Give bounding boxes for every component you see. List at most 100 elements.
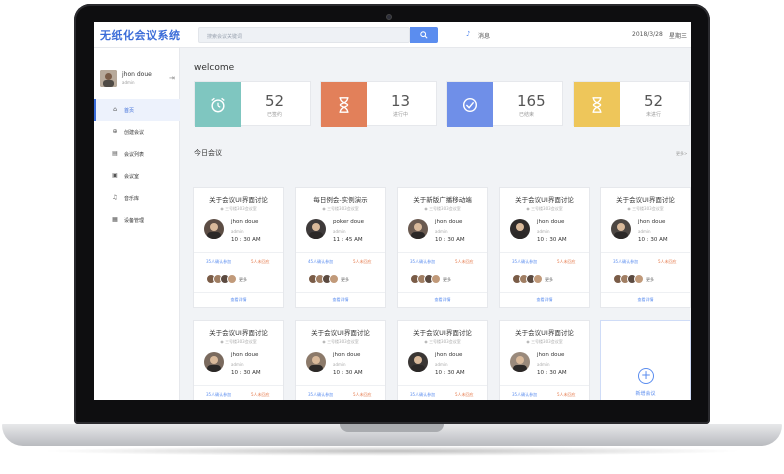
view-detail-link[interactable]: 查看详情: [398, 297, 487, 303]
meeting-location: ◉ 三号楼303会议室: [398, 206, 487, 212]
more-link[interactable]: 更多>: [676, 151, 687, 157]
meeting-title: 关于会议UI界面讨论: [515, 329, 574, 337]
user-panel: jhon doue admin ⇥: [100, 70, 176, 90]
logout-icon[interactable]: ⇥: [169, 74, 175, 82]
top-bar: 无纸化会议系统 搜索会议关键词 ♪ 消息 2018/3/28 星期三: [94, 22, 691, 48]
more-participants-link[interactable]: 更多: [646, 277, 654, 283]
host-role: admin: [537, 229, 550, 234]
host-name: jhon doue: [435, 219, 463, 225]
search-input[interactable]: 搜索会议关键词: [198, 27, 410, 43]
date-text: 2018/3/28: [632, 31, 663, 38]
confirmed-count: 35人确认参加: [512, 392, 538, 397]
meeting-time: 10 : 30 AM: [537, 237, 567, 243]
more-participants-link[interactable]: 更多: [545, 277, 553, 283]
host-avatar: [204, 219, 224, 239]
host-role: admin: [333, 229, 346, 234]
confirmed-count: 35人确认参加: [613, 259, 639, 264]
participant-avatar: [533, 274, 543, 284]
meeting-card[interactable]: 关于会议UI界面讨论 ◉ 三号楼303会议室 jhon doue admin 1…: [193, 187, 284, 308]
meeting-title: 关于会议UI界面讨论: [209, 196, 268, 204]
stat-card-finished[interactable]: 165 已结束: [446, 81, 563, 127]
view-detail-link[interactable]: 查看详情: [601, 297, 690, 303]
unconfirmed-count: 5人未回应: [353, 259, 372, 264]
more-participants-link[interactable]: 更多: [341, 277, 349, 283]
home-icon: ⌂: [113, 106, 117, 113]
meeting-card[interactable]: 每日例会-实例演示 ◉ 三号楼303会议室 poker doue admin 1…: [295, 187, 386, 308]
meeting-card[interactable]: 关于会议UI界面讨论 ◉ 三号楼303会议室 jhon doue admin 1…: [499, 187, 590, 308]
meeting-location-text: 三号楼303会议室: [531, 339, 563, 344]
meeting-card[interactable]: 关于会议UI界面讨论 ◉ 三号楼303会议室 jhon doue admin 1…: [600, 187, 691, 308]
host-avatar: [408, 219, 428, 239]
meeting-location-text: 三号楼303会议室: [225, 206, 257, 211]
view-detail-link[interactable]: 查看详情: [500, 297, 589, 303]
confirmed-count: 35人确认参加: [512, 259, 538, 264]
view-detail-link[interactable]: 查看详情: [194, 297, 283, 303]
meeting-card[interactable]: 关于会议UI界面讨论 ◉ 三号楼303会议室 jhon doue admin 1…: [295, 320, 386, 400]
host-name: poker doue: [333, 219, 364, 225]
notice-link[interactable]: 消息: [478, 31, 490, 40]
meeting-card[interactable]: 关于会议UI界面讨论 ◉ 三号楼303会议室 jhon doue admin 1…: [499, 320, 590, 400]
host-avatar: [510, 219, 530, 239]
meeting-card[interactable]: 关于会议UI界面讨论 ◉ 三号楼303会议室 jhon doue admin 1…: [193, 320, 284, 400]
host-avatar: [306, 219, 326, 239]
divider: [398, 252, 487, 253]
host-role: admin: [231, 362, 244, 367]
meeting-location-text: 三号楼303会议室: [429, 339, 461, 344]
more-participants-link[interactable]: 更多: [443, 277, 451, 283]
device-icon: ▦: [112, 216, 118, 223]
done-icon: [447, 82, 493, 127]
bell-icon[interactable]: ♪: [466, 30, 470, 38]
confirmed-count: 45人确认参加: [308, 259, 334, 264]
search-button[interactable]: [410, 27, 438, 43]
stat-card-ongoing[interactable]: 13 进行中: [320, 81, 437, 127]
host-role: admin: [435, 229, 448, 234]
avatar[interactable]: [100, 70, 117, 87]
create-icon: ⊕: [112, 128, 118, 135]
sidebar-item-label: 设备管理: [124, 217, 145, 224]
participant-avatar: [227, 274, 237, 284]
laptop-shadow: [40, 446, 744, 456]
camera: [386, 14, 392, 20]
meeting-time: 11 : 45 AM: [333, 237, 363, 243]
meeting-card[interactable]: 关于会议UI界面讨论 ◉ 三号楼303会议室 jhon doue admin 1…: [397, 320, 488, 400]
meeting-location-text: 三号楼303会议室: [429, 206, 461, 211]
sidebar-item-device[interactable]: ▦ 设备管理: [94, 209, 180, 231]
host-role: admin: [537, 362, 550, 367]
stat-card-pending[interactable]: 52 未进行: [573, 81, 690, 127]
sidebar-item-list[interactable]: ▤ 会议列表: [94, 143, 180, 165]
sidebar-item-create[interactable]: ⊕ 创建会议: [94, 121, 180, 143]
participant-avatar: [634, 274, 644, 284]
view-detail-link[interactable]: 查看详情: [296, 297, 385, 303]
divider: [601, 292, 690, 293]
alarm-clock-icon: [195, 82, 241, 127]
meeting-card[interactable]: 关于新版广播移动端 ◉ 三号楼303会议室 jhon doue admin 10…: [397, 187, 488, 308]
confirmed-count: 35人确认参加: [206, 392, 232, 397]
add-meeting-card[interactable]: + 新增会议: [600, 320, 691, 400]
stat-card-signed[interactable]: 52 已签约: [194, 81, 311, 127]
meeting-title: 关于会议UI界面讨论: [209, 329, 268, 337]
sidebar-item-label: 会议室: [124, 173, 140, 180]
meeting-location: ◉ 三号楼303会议室: [194, 339, 283, 345]
sidebar-item-music[interactable]: ♫ 音乐库: [94, 187, 180, 209]
meeting-time: 10 : 30 AM: [333, 370, 363, 376]
sidebar-item-room[interactable]: ▣ 会议室: [94, 165, 180, 187]
meeting-location-text: 三号楼303会议室: [327, 339, 359, 344]
meeting-location: ◉ 三号楼303会议室: [296, 206, 385, 212]
divider: [601, 252, 690, 253]
meeting-title: 关于新版广播移动端: [413, 196, 472, 204]
stat-value: 13: [391, 92, 411, 110]
sidebar-item-label: 会议列表: [124, 151, 145, 158]
more-participants-link[interactable]: 更多: [239, 277, 247, 283]
music-icon: ♫: [112, 194, 118, 201]
host-name: jhon doue: [231, 352, 259, 358]
section-title: 今日会议: [194, 149, 222, 157]
host-name: jhon doue: [537, 352, 565, 358]
meeting-time: 10 : 30 AM: [537, 370, 567, 376]
user-name: jhon doue: [122, 71, 152, 78]
divider: [296, 385, 385, 386]
divider: [296, 252, 385, 253]
sidebar-item-home[interactable]: ⌂ 首页: [94, 99, 180, 121]
meeting-time: 10 : 30 AM: [435, 370, 465, 376]
participant-avatar: [329, 274, 339, 284]
host-avatar: [408, 352, 428, 372]
